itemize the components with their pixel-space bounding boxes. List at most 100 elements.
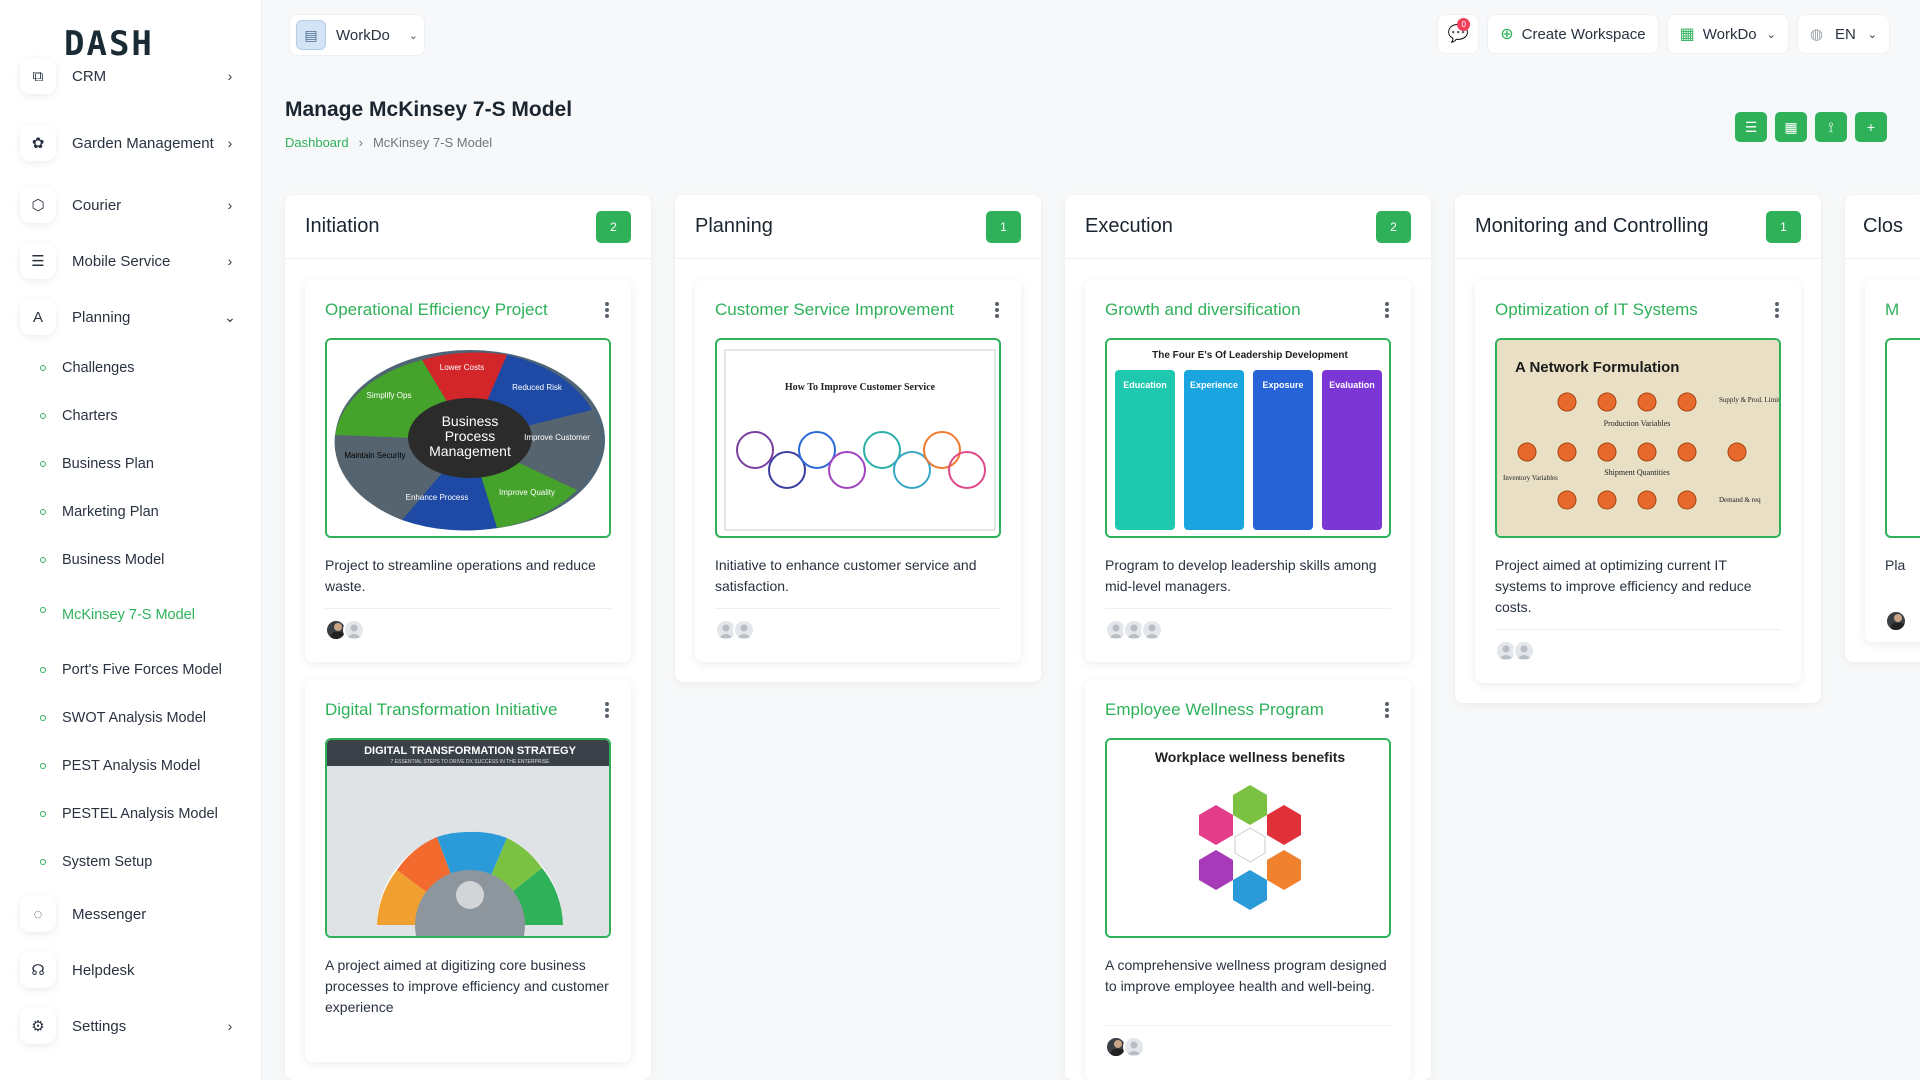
sidebar-item-messenger[interactable]: ◌ Messenger: [20, 896, 240, 932]
notifications-button[interactable]: 💬 0: [1437, 14, 1480, 54]
avatar[interactable]: [1123, 1036, 1145, 1058]
topbar: ▤ WorkDo ⌄ 💬 0 ⊕ Create Workspace ▦ Work…: [262, 0, 1920, 70]
sidebar-item-garden-management[interactable]: ✿ Garden Management ›: [20, 125, 240, 161]
sidebar-subitem-marketing-plan[interactable]: Marketing Plan: [40, 504, 159, 520]
planning-icon: A: [20, 299, 56, 335]
sidebar-subitem-five-forces[interactable]: Port's Five Forces Model: [40, 662, 222, 678]
kanban-card[interactable]: Operational Efficiency Project Business …: [305, 280, 631, 662]
sidebar-item-settings[interactable]: ⚙ Settings ›: [20, 1008, 240, 1044]
sidebar-item-mobile-service[interactable]: ☰ Mobile Service ›: [20, 243, 240, 279]
kebab-menu-icon[interactable]: [1773, 302, 1781, 318]
language-selector[interactable]: ◍ EN ⌄: [1796, 14, 1890, 54]
chevron-down-icon: ⌄: [1766, 28, 1776, 41]
card-title[interactable]: Growth and diversification: [1105, 300, 1301, 320]
card-description: Pla: [1885, 557, 1906, 573]
building-icon: ▤: [296, 20, 326, 50]
card-title[interactable]: Operational Efficiency Project: [325, 300, 548, 320]
workspace-switch-button[interactable]: ▦ WorkDo ⌄: [1666, 14, 1789, 54]
sidebar-item-crm[interactable]: ⧉ CRM ›: [20, 58, 240, 94]
card-assignees: [1105, 1025, 1391, 1058]
bullet-icon: [40, 811, 46, 817]
bullet-icon: [40, 365, 46, 371]
kanban-card[interactable]: M Pla: [1865, 280, 1920, 642]
chevron-right-icon: ›: [227, 1018, 233, 1034]
kanban-card[interactable]: Customer Service Improvement How To Impr…: [695, 280, 1021, 662]
tree-view-button[interactable]: ⟟: [1815, 112, 1847, 142]
avatar[interactable]: [1885, 610, 1907, 632]
sidebar-item-label: Messenger: [72, 905, 147, 923]
kebab-menu-icon[interactable]: [1383, 702, 1391, 718]
sidebar-subitem-business-plan[interactable]: Business Plan: [40, 456, 154, 472]
card-title[interactable]: M: [1885, 300, 1899, 320]
avatar[interactable]: [733, 619, 755, 641]
sidebar-item-courier[interactable]: ⬡ Courier ›: [20, 187, 240, 223]
workspace-selector[interactable]: ▤ WorkDo ⌄: [289, 14, 425, 56]
kebab-menu-icon[interactable]: [603, 302, 611, 318]
create-workspace-button[interactable]: ⊕ Create Workspace: [1487, 14, 1659, 54]
grid-icon: ▦: [1679, 26, 1695, 43]
sidebar-item-planning[interactable]: A Planning ⌄: [20, 299, 240, 335]
card-title[interactable]: Customer Service Improvement: [715, 300, 954, 320]
bullet-icon: [40, 607, 46, 613]
chevron-down-icon: ⌄: [224, 308, 236, 325]
column-count-badge: 2: [1376, 210, 1411, 243]
card-assignees: [325, 608, 611, 641]
svg-text:DIGITAL TRANSFORMATION STRATEG: DIGITAL TRANSFORMATION STRATEGY: [364, 745, 577, 757]
kanban-card[interactable]: Growth and diversification The Four E's …: [1085, 280, 1411, 662]
avatar[interactable]: [343, 619, 365, 641]
sidebar-subitem-pest[interactable]: PEST Analysis Model: [40, 758, 200, 774]
chevron-right-icon: ›: [227, 135, 233, 151]
card-title[interactable]: Digital Transformation Initiative: [325, 700, 557, 720]
card-image: [1885, 338, 1920, 538]
column-header: Planning 1: [675, 195, 1041, 259]
bullet-icon: [40, 413, 46, 419]
kanban-card[interactable]: Employee Wellness Program Workplace well…: [1085, 680, 1411, 1080]
card-assignees: [715, 608, 1001, 641]
gear-icon: ⚙: [20, 1008, 56, 1044]
subitem-label: Charters: [62, 408, 118, 424]
svg-text:Reduced Risk: Reduced Risk: [512, 383, 563, 392]
svg-text:The Four E's Of Leadership Dev: The Four E's Of Leadership Development: [1152, 350, 1348, 361]
sidebar-subitem-challenges[interactable]: Challenges: [40, 360, 135, 376]
sidebar-item-helpdesk[interactable]: ☊ Helpdesk: [20, 952, 240, 988]
card-assignees: [1495, 629, 1781, 662]
chevron-right-icon: ›: [227, 68, 233, 84]
sidebar-subitem-business-model[interactable]: Business Model: [40, 552, 164, 568]
page-title: Manage McKinsey 7-S Model: [285, 98, 573, 121]
card-description: A comprehensive wellness program designe…: [1105, 957, 1387, 994]
kebab-menu-icon[interactable]: [603, 702, 611, 718]
subitem-label: SWOT Analysis Model: [62, 710, 206, 726]
column-header: Execution 2: [1065, 195, 1431, 259]
kanban-card[interactable]: Optimization of IT Systems A Network For…: [1475, 280, 1801, 683]
avatar[interactable]: [1513, 640, 1535, 662]
column-count-badge: 2: [596, 210, 631, 243]
plus-circle-icon: ⊕: [1500, 26, 1514, 43]
kebab-menu-icon[interactable]: [1383, 302, 1391, 318]
sidebar-subitem-charters[interactable]: Charters: [40, 408, 118, 424]
kanban-card[interactable]: Digital Transformation Initiative DIGITA…: [305, 680, 631, 1062]
svg-text:A Network Formulation: A Network Formulation: [1515, 359, 1679, 376]
bullet-icon: [40, 557, 46, 563]
sidebar-subitem-pestel[interactable]: PESTEL Analysis Model: [40, 806, 218, 822]
grid-view-button[interactable]: ▦: [1775, 112, 1807, 142]
sidebar-item-label: Mobile Service: [72, 252, 171, 270]
card-description: A project aimed at digitizing core busin…: [325, 957, 609, 1015]
sidebar-item-label: Planning: [72, 308, 131, 326]
svg-text:Workplace wellness benefits: Workplace wellness benefits: [1155, 749, 1346, 765]
avatar[interactable]: [1141, 619, 1163, 641]
column-title: Planning: [695, 215, 773, 237]
sidebar-subitem-mckinsey-7s[interactable]: McKinsey 7-S Model: [40, 607, 195, 623]
breadcrumb: Dashboard › McKinsey 7-S Model: [285, 135, 492, 150]
breadcrumb-home[interactable]: Dashboard: [285, 135, 349, 150]
subitem-label: PEST Analysis Model: [62, 758, 201, 774]
svg-text:Education: Education: [1123, 380, 1167, 390]
sidebar-subitem-swot[interactable]: SWOT Analysis Model: [40, 710, 206, 726]
sidebar-subitem-system-setup[interactable]: System Setup: [40, 854, 152, 870]
card-title[interactable]: Optimization of IT Systems: [1495, 300, 1698, 320]
list-view-button[interactable]: ☰: [1735, 112, 1767, 142]
card-title[interactable]: Employee Wellness Program: [1105, 700, 1324, 720]
card-image: How To Improve Customer Service: [715, 338, 1001, 538]
kebab-menu-icon[interactable]: [993, 302, 1001, 318]
grid-icon: ▦: [1784, 118, 1798, 135]
add-button[interactable]: +: [1855, 112, 1887, 142]
